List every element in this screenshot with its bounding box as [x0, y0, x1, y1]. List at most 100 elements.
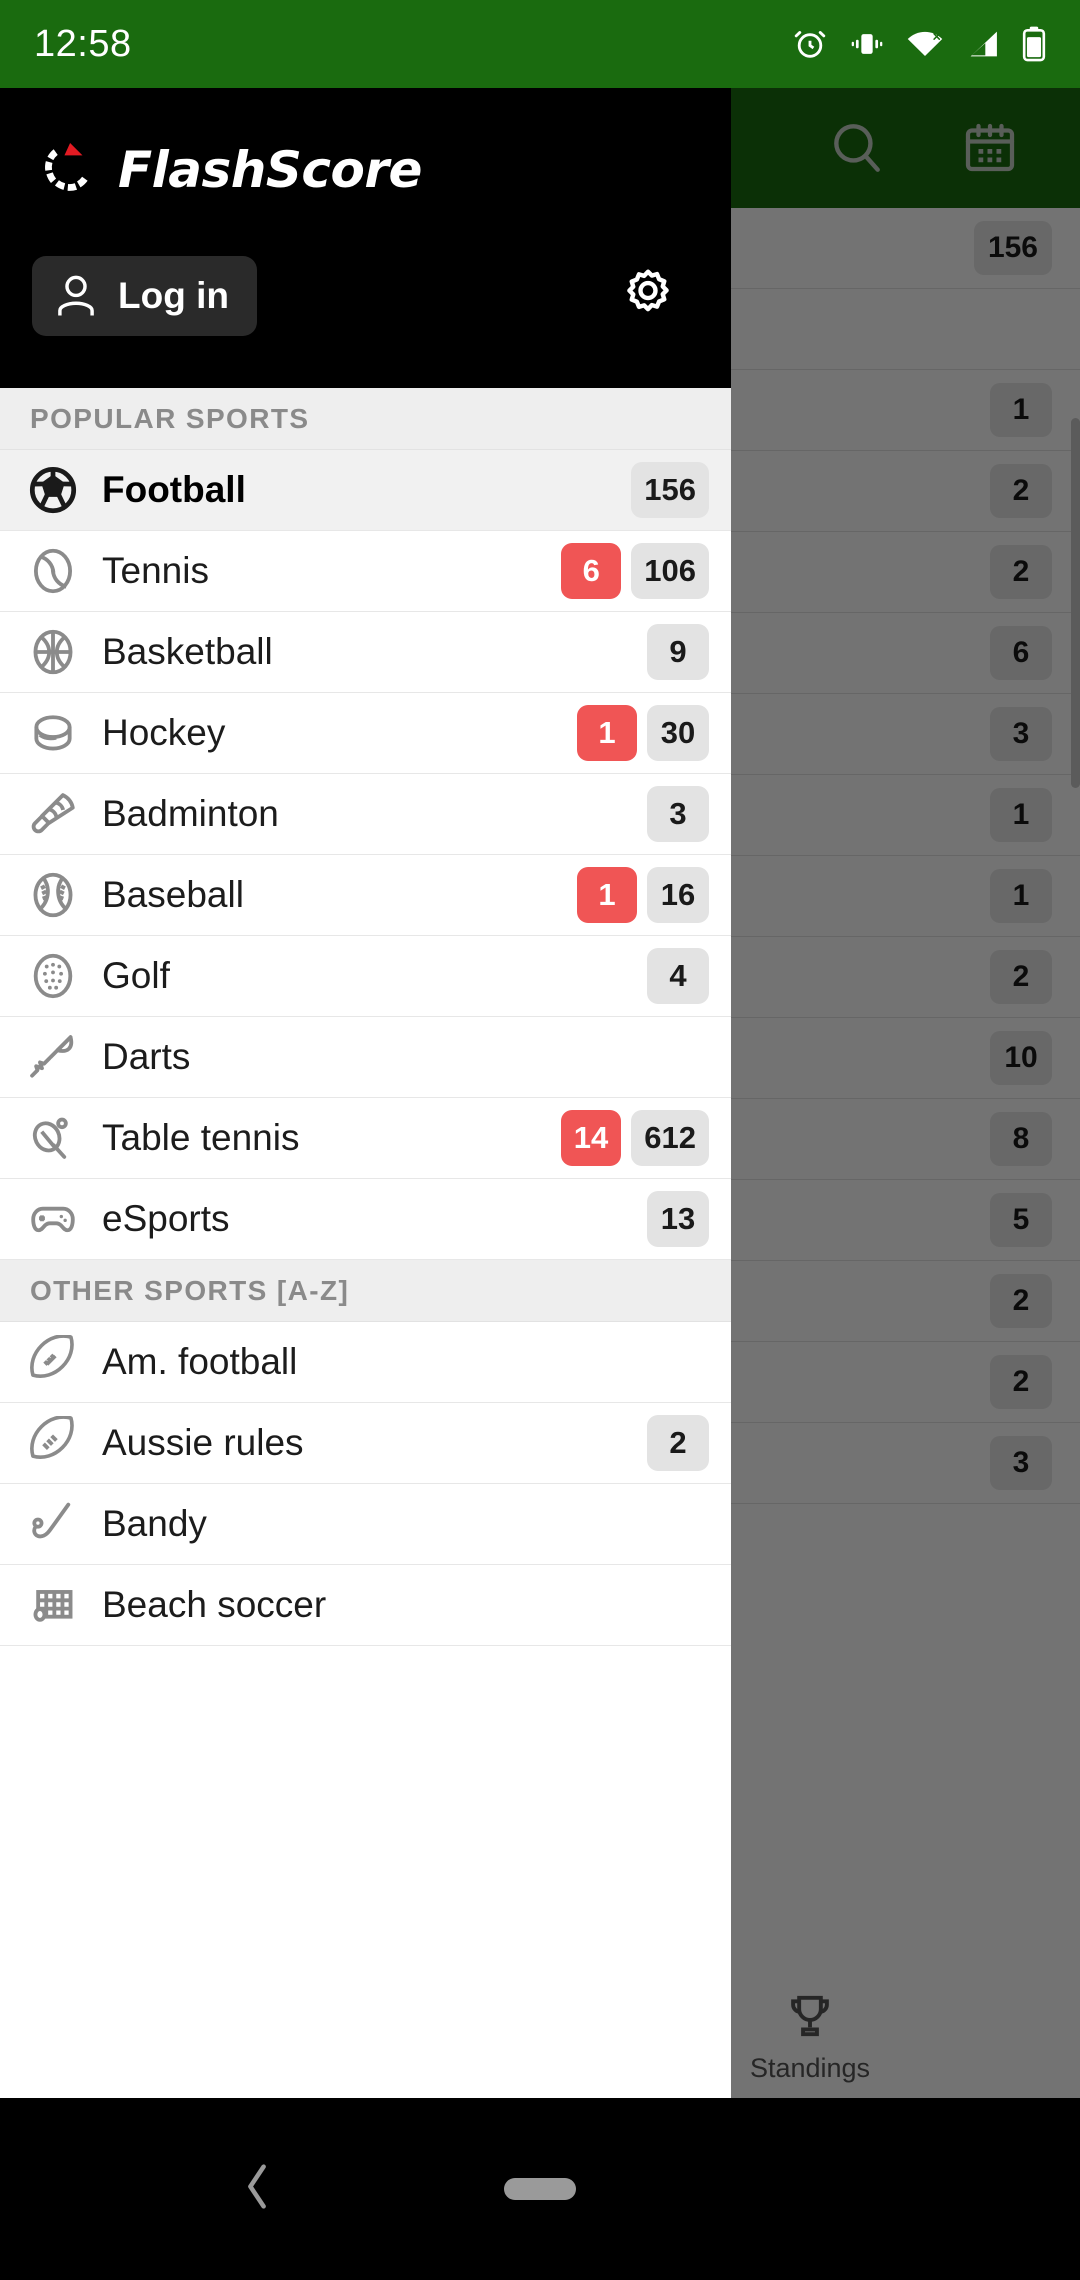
background-count-badge: 3	[990, 707, 1052, 761]
background-count-badge: 2	[990, 1355, 1052, 1409]
scrollbar[interactable]	[1071, 418, 1080, 788]
sport-item-esports[interactable]: eSports 13	[0, 1179, 731, 1260]
sport-item-baseball[interactable]: Baseball 1 16	[0, 855, 731, 936]
background-count-badge: 1	[990, 788, 1052, 842]
sport-label: Tennis	[102, 550, 209, 591]
sport-label: Table tennis	[102, 1117, 300, 1158]
sport-item-golf[interactable]: Golf 4	[0, 936, 731, 1017]
sport-label: Beach soccer	[102, 1584, 327, 1625]
background-count-badge: 2	[990, 1274, 1052, 1328]
wifi-icon	[906, 27, 944, 61]
badge-group: 156	[631, 462, 709, 518]
count-badge: 156	[631, 462, 709, 518]
sport-item-bandy[interactable]: Bandy	[0, 1484, 731, 1565]
system-navigation-bar	[0, 2098, 1080, 2280]
signal-icon	[966, 28, 1000, 60]
brand: FlashScore	[0, 122, 731, 218]
sport-label: Aussie rules	[102, 1422, 304, 1463]
basketball-icon	[26, 625, 80, 679]
settings-button[interactable]	[611, 261, 685, 331]
drawer-header: FlashScore Log in	[0, 88, 731, 388]
drawer-header-actions: Log in	[0, 218, 731, 336]
badge-group: 6 106	[561, 543, 709, 599]
sports-list: POPULAR SPORTS Football 156 Tennis 6 106 Ba…	[0, 388, 731, 2098]
sport-item-tennis[interactable]: Tennis 6 106	[0, 531, 731, 612]
badminton-icon	[26, 787, 80, 841]
home-pill[interactable]	[504, 2178, 576, 2200]
table-tennis-icon	[26, 1111, 80, 1165]
sport-label: Hockey	[102, 712, 226, 753]
badge-group: 14 612	[560, 1110, 709, 1166]
background-count-badge: 156	[973, 221, 1052, 275]
golf-icon	[26, 949, 80, 1003]
am-football-icon	[26, 1335, 80, 1389]
badge-group: 1 16	[577, 867, 709, 923]
background-count-badge: 5	[990, 1193, 1052, 1247]
count-badge: 106	[631, 543, 709, 599]
live-badge: 1	[577, 705, 637, 761]
count-badge: 2	[647, 1415, 709, 1471]
badge-group: 1 30	[577, 705, 709, 761]
background-count-badge: 6	[990, 626, 1052, 680]
person-icon	[54, 273, 98, 319]
sport-item-aussie-rules[interactable]: Aussie rules 2	[0, 1403, 731, 1484]
chevron-left-icon[interactable]	[240, 2160, 274, 2219]
aussie-rules-icon	[26, 1416, 80, 1470]
battery-icon	[1022, 26, 1046, 62]
background-count-badge: 2	[990, 545, 1052, 599]
sport-item-football[interactable]: Football 156	[0, 450, 731, 531]
sport-item-beach-soccer[interactable]: Beach soccer	[0, 1565, 731, 1646]
alarm-icon	[792, 26, 828, 62]
darts-icon	[26, 1030, 80, 1084]
count-badge: 30	[647, 705, 709, 761]
status-icons	[792, 26, 1046, 62]
count-badge: 16	[647, 867, 709, 923]
sport-item-darts[interactable]: Darts	[0, 1017, 731, 1098]
bandy-icon	[26, 1497, 80, 1551]
sport-label: Am. football	[102, 1341, 298, 1382]
sport-label: Badminton	[102, 793, 279, 834]
background-count-badge: 1	[990, 869, 1052, 923]
vibrate-icon	[850, 27, 884, 61]
sport-item-hockey[interactable]: Hockey 1 30	[0, 693, 731, 774]
tennis-icon	[26, 544, 80, 598]
sport-item-badminton[interactable]: Badminton 3	[0, 774, 731, 855]
sport-item-table-tennis[interactable]: Table tennis 14 612	[0, 1098, 731, 1179]
trophy-icon	[784, 1992, 836, 2047]
sport-label: eSports	[102, 1198, 230, 1239]
live-badge: 14	[560, 1110, 622, 1166]
sport-label: Basketball	[102, 631, 273, 672]
login-label: Log in	[118, 275, 229, 316]
background-count-badge: 1	[990, 383, 1052, 437]
baseball-icon	[26, 868, 80, 922]
badge-group: 2	[647, 1415, 709, 1471]
count-badge: 4	[647, 948, 709, 1004]
sport-item-am-football[interactable]: Am. football	[0, 1322, 731, 1403]
calendar-icon[interactable]	[960, 118, 1020, 178]
section-header: POPULAR SPORTS	[0, 388, 731, 450]
background-count-badge: 10	[990, 1031, 1052, 1085]
search-icon[interactable]	[826, 117, 888, 179]
football-icon	[26, 463, 80, 517]
count-badge: 612	[631, 1110, 709, 1166]
app-screen: 12:58 156 1 2 2 6 3 1 1 2 10 8 5 2 2 3 S…	[0, 0, 1080, 2280]
login-button[interactable]: Log in	[32, 256, 257, 336]
sport-label: Bandy	[102, 1503, 207, 1544]
sport-item-basketball[interactable]: Basketball 9	[0, 612, 731, 693]
sport-label: Golf	[102, 955, 170, 996]
section-header: OTHER SPORTS [A-Z]	[0, 1260, 731, 1322]
count-badge: 3	[647, 786, 709, 842]
background-count-badge: 8	[990, 1112, 1052, 1166]
background-count-badge: 3	[990, 1436, 1052, 1490]
tab-standings-label: Standings	[749, 2053, 871, 2083]
sport-label: Baseball	[102, 874, 244, 915]
badge-group: 3	[647, 786, 709, 842]
count-badge: 9	[647, 624, 709, 680]
brand-name: FlashScore	[118, 141, 422, 199]
sport-label: Darts	[102, 1036, 191, 1077]
background-count-badge: 2	[990, 950, 1052, 1004]
hockey-icon	[26, 706, 80, 760]
live-badge: 6	[561, 543, 622, 599]
badge-group: 9	[647, 624, 709, 680]
status-bar: 12:58	[0, 0, 1080, 88]
